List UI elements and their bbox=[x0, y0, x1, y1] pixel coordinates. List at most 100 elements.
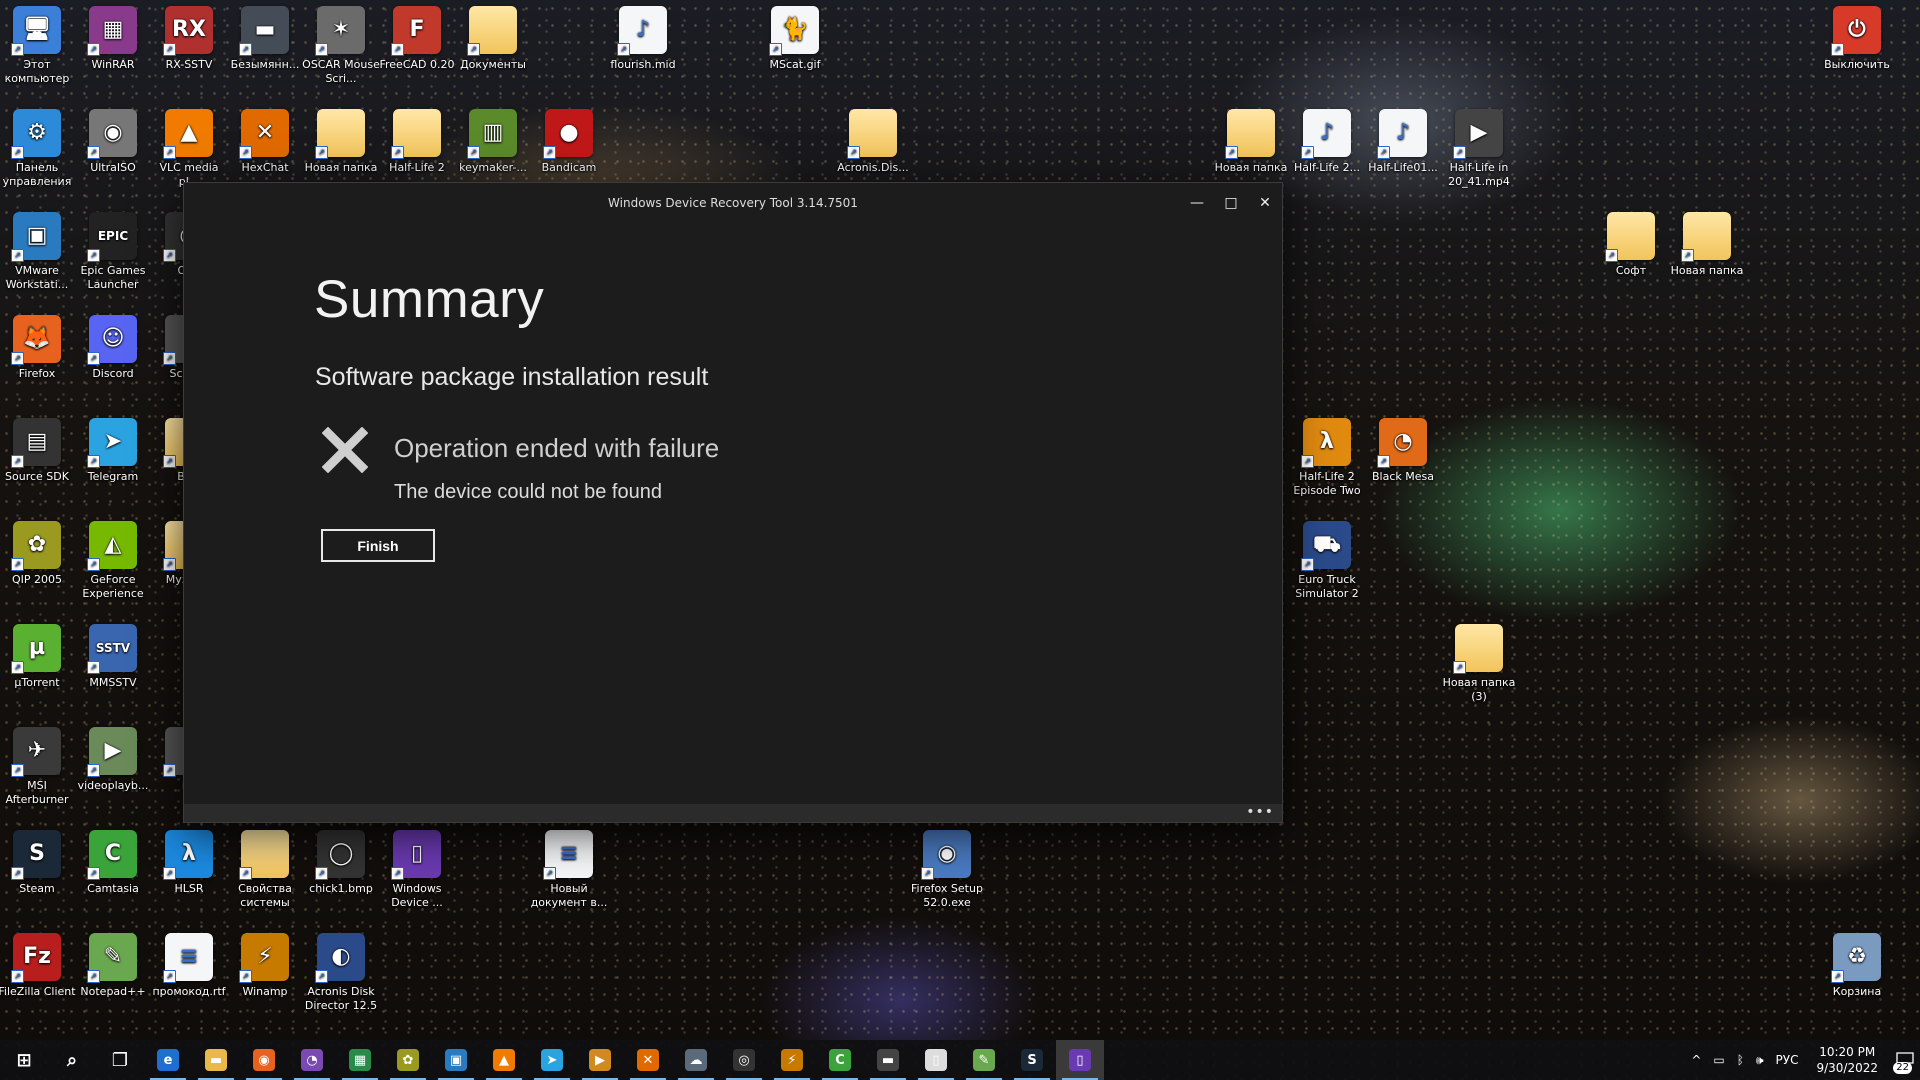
desktop-icon[interactable]: SSTV ↗ MMSSTV bbox=[73, 618, 153, 690]
desktop-icon[interactable]: ◯ ↗ chick1.bmp bbox=[301, 824, 381, 896]
taskbar-start-button[interactable]: ⊞ bbox=[0, 1040, 48, 1080]
desktop-icon[interactable]: 🖥 ↗ Этот компьютер bbox=[0, 0, 77, 86]
desktop-icon[interactable]: ⚡ ↗ Winamp bbox=[225, 927, 305, 999]
close-button[interactable]: ✕ bbox=[1248, 183, 1282, 223]
bluetooth-icon[interactable]: ᛒ bbox=[1737, 1053, 1744, 1067]
desktop-icon[interactable]: Fz ↗ FileZilla Client bbox=[0, 927, 77, 999]
window-titlebar[interactable]: Windows Device Recovery Tool 3.14.7501 —… bbox=[184, 183, 1282, 223]
desktop-icon[interactable]: ↗ Новая папка (3) bbox=[1439, 618, 1519, 704]
desktop-icon[interactable]: ▶ ↗ videoplayb... bbox=[73, 721, 153, 793]
desktop-icon[interactable]: ↗ Документы bbox=[453, 0, 533, 72]
desktop-icon[interactable]: ▯ ↗ Windows Device ... bbox=[377, 824, 457, 910]
desktop-icon[interactable]: ↗ Софт bbox=[1591, 206, 1671, 278]
desktop-icon[interactable]: ♪ ↗ Half-Life01... bbox=[1363, 103, 1443, 175]
desktop-icon[interactable]: ↗ Acronis.Dis... bbox=[833, 103, 913, 175]
taskbar-telegram-button[interactable]: ➤ bbox=[528, 1040, 576, 1080]
desktop-icon[interactable]: ↗ Half-Life 2 bbox=[377, 103, 457, 175]
desktop-icon[interactable]: ≡ ↗ Новый документ в... bbox=[529, 824, 609, 910]
finish-button[interactable]: Finish bbox=[321, 529, 435, 562]
desktop-icon[interactable]: ✎ ↗ Notepad++ bbox=[73, 927, 153, 999]
desktop-icon[interactable]: ▶ ↗ Half-Life in 20_41.mp4 bbox=[1439, 103, 1519, 189]
desktop-icon[interactable]: ♪ ↗ flourish.mid bbox=[603, 0, 683, 72]
desktop-icon[interactable]: µ ↗ µTorrent bbox=[0, 618, 77, 690]
volume-icon[interactable]: 🕪 bbox=[1756, 1053, 1764, 1068]
taskbar-notepad-button[interactable]: ▯ bbox=[912, 1040, 960, 1080]
desktop-icon[interactable]: ⏻ ↗ Выключить bbox=[1817, 0, 1897, 72]
desktop-icon[interactable]: C ↗ Camtasia bbox=[73, 824, 153, 896]
taskbar-wdrt-button[interactable]: ▯ bbox=[1056, 1040, 1104, 1080]
telegram-icon: ➤ bbox=[541, 1049, 563, 1071]
shortcut-arrow-icon: ↗ bbox=[1377, 146, 1390, 159]
desktop-icon[interactable]: ♪ ↗ Half-Life 2... bbox=[1287, 103, 1367, 175]
desktop-icon[interactable]: ≡ ↗ промокод.rtf bbox=[149, 927, 229, 999]
taskbar-media-button[interactable]: ▶ bbox=[576, 1040, 624, 1080]
desktop-icon[interactable]: ▲↗VLC media pl... bbox=[149, 103, 229, 189]
desktop-icon[interactable]: ◭ ↗ GeForce Experience bbox=[73, 515, 153, 601]
taskbar-edge-button[interactable]: e bbox=[144, 1040, 192, 1080]
taskbar-search-button[interactable]: ⌕ bbox=[48, 1040, 96, 1080]
desktop-icon[interactable]: ↗ Свойства системы bbox=[225, 824, 305, 910]
desktop-icon[interactable]: 🦊 ↗ Firefox bbox=[0, 309, 77, 381]
taskbar-obs-button[interactable]: ◎ bbox=[720, 1040, 768, 1080]
desktop-icon[interactable]: ↗ Новая папка bbox=[1211, 103, 1291, 175]
desktop-icon[interactable]: ↗ Новая папка bbox=[1667, 206, 1747, 278]
desktop-icon[interactable]: ◔ ↗ Black Mesa bbox=[1363, 412, 1443, 484]
desktop-icon[interactable]: F ↗ FreeCAD 0.20 bbox=[377, 0, 457, 72]
desktop-icon[interactable]: 🐈 ↗ MScat.gif bbox=[755, 0, 835, 72]
desktop-icon[interactable]: EPIC ↗ Epic Games Launcher bbox=[73, 206, 153, 292]
taskbar-task-view-button[interactable]: ❐ bbox=[96, 1040, 144, 1080]
desktop-icon[interactable]: ▣ ↗ VMware Workstati... bbox=[0, 206, 77, 292]
shortcut-arrow-icon: ↗ bbox=[239, 43, 252, 56]
desktop-icon-label: Winamp bbox=[242, 985, 288, 998]
desktop-icon[interactable]: ◉ ↗ UltraISO bbox=[73, 103, 153, 175]
taskbar-vmware-button[interactable]: ▣ bbox=[432, 1040, 480, 1080]
taskbar-qip-button[interactable]: ✿ bbox=[384, 1040, 432, 1080]
taskbar-camtasia-button[interactable]: C bbox=[816, 1040, 864, 1080]
desktop-icon[interactable]: λ ↗ HLSR bbox=[149, 824, 229, 896]
taskbar-firefox-button[interactable]: ◉ bbox=[240, 1040, 288, 1080]
language-indicator[interactable]: РУС bbox=[1776, 1053, 1799, 1067]
desktop-icon-label: FreeCAD 0.20 bbox=[379, 58, 455, 71]
taskbar-app-button[interactable]: ▬ bbox=[864, 1040, 912, 1080]
app-glyph-icon: S bbox=[29, 841, 45, 866]
desktop-icon[interactable]: ▦ ↗ WinRAR bbox=[73, 0, 153, 72]
desktop-icon[interactable]: ♻ ↗ Корзина bbox=[1817, 927, 1897, 999]
desktop-icon[interactable]: ▥ ↗ keymaker-... bbox=[453, 103, 533, 175]
taskbar-hexchat-button[interactable]: ✕ bbox=[624, 1040, 672, 1080]
desktop-icon[interactable]: ● ↗ Bandicam bbox=[529, 103, 609, 175]
desktop-icon[interactable]: ✶ ↗ OSCAR Mouse Scri... bbox=[301, 0, 381, 86]
taskbar-explorer-button[interactable]: ▬ bbox=[192, 1040, 240, 1080]
desktop-icon[interactable]: ◉ ↗ Firefox Setup 52.0.exe bbox=[907, 824, 987, 910]
desktop-icon[interactable]: ⚙ ↗ Панель управления bbox=[0, 103, 77, 189]
desktop-icon[interactable]: ⛟ ↗ Euro Truck Simulator 2 bbox=[1287, 515, 1367, 601]
tray-chevron-icon[interactable]: ^ bbox=[1691, 1053, 1701, 1067]
desktop-icon[interactable]: ➤ ↗ Telegram bbox=[73, 412, 153, 484]
taskbar-notepadpp-button[interactable]: ✎ bbox=[960, 1040, 1008, 1080]
taskbar-steam-button[interactable]: S bbox=[1008, 1040, 1056, 1080]
maximize-button[interactable]: □ bbox=[1214, 183, 1248, 223]
desktop-icon[interactable]: ☺ ↗ Discord bbox=[73, 309, 153, 381]
notification-center-icon[interactable]: 22 bbox=[1890, 1040, 1920, 1080]
more-options-icon[interactable]: ••• bbox=[1246, 804, 1274, 820]
desktop-icon[interactable]: S ↗ Steam bbox=[0, 824, 77, 896]
shortcut-arrow-icon: ↗ bbox=[87, 43, 100, 56]
desktop-icon[interactable]: ▬ ↗ Безымянн... bbox=[225, 0, 305, 72]
desktop-icon[interactable]: ✈ ↗ MSI Afterburner bbox=[0, 721, 77, 807]
network-icon[interactable]: ▭ bbox=[1713, 1053, 1724, 1067]
app-icon: ◉ ↗ bbox=[87, 109, 137, 159]
desktop-icon[interactable]: ✕ ↗ HexChat bbox=[225, 103, 305, 175]
desktop-icon[interactable]: RX ↗ RX-SSTV bbox=[149, 0, 229, 72]
clock[interactable]: 10:20 PM 9/30/2022 bbox=[1816, 1044, 1878, 1076]
desktop-icon[interactable]: ◐ ↗ Acronis Disk Director 12.5 bbox=[301, 927, 381, 1013]
taskbar-winamp-button[interactable]: ⚡ bbox=[768, 1040, 816, 1080]
shortcut-arrow-icon: ↗ bbox=[315, 867, 328, 880]
desktop-icon[interactable]: λ ↗ Half-Life 2 Episode Two bbox=[1287, 412, 1367, 498]
taskbar-app-button[interactable]: ☁ bbox=[672, 1040, 720, 1080]
desktop-icon[interactable]: ↗ Новая папка bbox=[301, 103, 381, 175]
minimize-button[interactable]: — bbox=[1180, 183, 1214, 223]
taskbar-app-button[interactable]: ◔ bbox=[288, 1040, 336, 1080]
desktop-icon[interactable]: ▤ ↗ Source SDK bbox=[0, 412, 77, 484]
desktop-icon[interactable]: ✿ ↗ QIP 2005 bbox=[0, 515, 77, 587]
taskbar-vlc-button[interactable]: ▲ bbox=[480, 1040, 528, 1080]
taskbar-app-button[interactable]: ▦ bbox=[336, 1040, 384, 1080]
